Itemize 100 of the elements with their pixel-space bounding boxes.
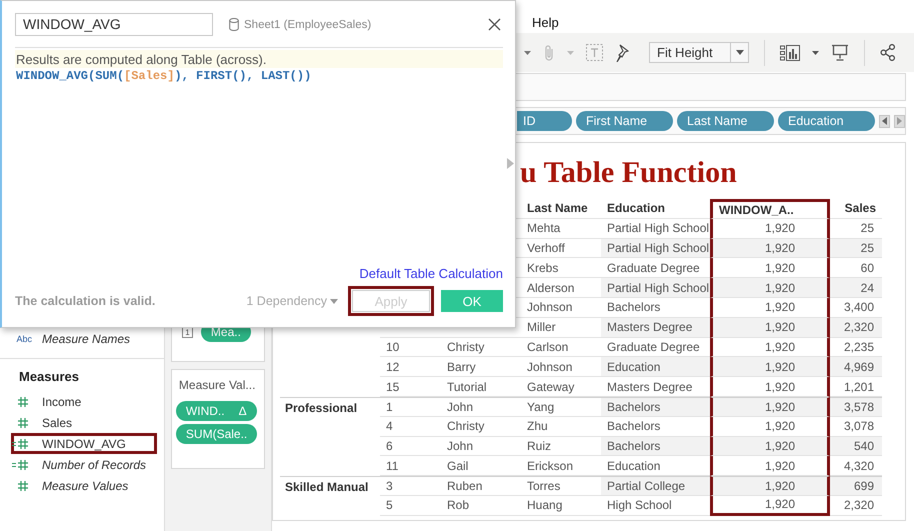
table-cell: Christy (447, 340, 484, 354)
table-cell: Alderson (527, 280, 574, 295)
table-cell: Krebs (527, 260, 558, 275)
table-cell: Carlson (527, 340, 568, 354)
caret-icon[interactable] (812, 50, 819, 54)
table-cell: 1 (386, 400, 393, 414)
fit-dropdown[interactable]: Fit Height (649, 42, 749, 63)
table-cell: 1,920 (764, 300, 795, 314)
share-icon[interactable] (880, 44, 896, 61)
measure-pill[interactable]: WIND.. Δ (176, 401, 257, 421)
menu-item[interactable]: Help (532, 15, 559, 30)
field-item[interactable]: WINDOW_AVG (42, 436, 126, 450)
data-source-label: Sheet1 (EmployeeSales) (244, 18, 372, 30)
table-cell: 1,920 (764, 320, 795, 334)
table-cell: Johnson (527, 360, 572, 374)
table-cell: Bachelors (607, 438, 660, 453)
table-cell: 3,400 (844, 300, 874, 314)
table-cell: Gateway (527, 380, 574, 394)
table-cell: 3,078 (844, 419, 874, 434)
table-cell: 1,201 (844, 380, 874, 394)
paperclip-icon[interactable] (543, 44, 555, 62)
table-cell: Partial High School (607, 240, 710, 255)
table-cell: Johnson (527, 300, 572, 314)
table-cell: 1,920 (764, 458, 795, 473)
table-cell: Bachelors (607, 300, 660, 314)
table-cell: Partial High School (607, 280, 710, 295)
table-cell: 15 (386, 380, 400, 394)
close-icon[interactable] (488, 18, 501, 31)
dimension-pill[interactable]: Last Name (677, 111, 774, 131)
table-cell: 1,920 (764, 479, 795, 494)
scroll-left-button[interactable] (879, 114, 890, 128)
table-cell: 4 (386, 419, 393, 434)
table-cell: Masters Degree (607, 380, 692, 394)
dimension-pill[interactable]: Education (778, 111, 875, 131)
table-cell: 11 (386, 458, 398, 473)
table-cell: Rob (447, 498, 470, 512)
table-cell: 2,235 (844, 340, 874, 354)
scroll-right-button[interactable] (894, 114, 905, 128)
table-cell: 1,920 (764, 221, 795, 236)
table-cell: Torres (527, 479, 560, 494)
column-header: Last Name (527, 201, 588, 216)
database-icon (229, 18, 239, 31)
table-cell: Bachelors (607, 400, 660, 414)
pin-icon[interactable] (615, 44, 629, 62)
table-cell: Barry (447, 360, 476, 374)
column-header: WINDOW_A.. (719, 202, 794, 217)
column-header: Education (607, 201, 666, 216)
table-cell: 1,920 (764, 438, 795, 453)
view-title: u Table Function (520, 155, 737, 191)
table-cell: Partial College (607, 479, 686, 494)
column-header: Sales (844, 201, 876, 216)
table-cell: Zhu (527, 419, 548, 434)
table-cell: 10 (386, 340, 400, 354)
field-item[interactable]: Measure Names (42, 332, 130, 346)
presentation-icon[interactable] (831, 44, 849, 61)
table-cell: Gail (447, 458, 468, 473)
chart-icon[interactable] (780, 44, 800, 60)
field-item[interactable]: Sales (42, 416, 72, 430)
field-item[interactable]: Income (42, 394, 82, 408)
table-cell: Christy (447, 419, 484, 434)
table-cell: Ruiz (527, 438, 552, 453)
table-cell: Partial High School (607, 221, 710, 236)
field-item[interactable]: Number of Records (42, 458, 146, 472)
table-cell: 1,920 (764, 360, 795, 374)
field-item[interactable]: Measure Values (42, 478, 128, 492)
card-title: Measure Val... (178, 378, 256, 392)
table-cell: John (447, 438, 474, 453)
table-cell: 1,920 (764, 400, 795, 414)
table-cell: High School (607, 498, 672, 512)
table-cell: Yang (527, 400, 554, 414)
name-field[interactable]: WINDOW_AVG (15, 13, 213, 36)
measure-pill[interactable]: SUM(Sale.. (176, 424, 258, 444)
table-cell: Masters Degree (607, 320, 692, 334)
table-cell: 5 (386, 498, 393, 512)
table-cell: 1,920 (764, 497, 795, 512)
table-cell: Mehta (527, 221, 560, 236)
status-text: The calculation is valid. (15, 294, 156, 308)
dimension-pill[interactable]: ID (517, 111, 572, 131)
caret-icon[interactable] (524, 50, 531, 54)
table-cell: Education (607, 458, 660, 473)
table-cell: 1,920 (764, 240, 795, 255)
table-cell: Erickson (527, 458, 574, 473)
table-cell: Education (607, 360, 660, 374)
table-cell: Verhoff (527, 240, 565, 255)
table-cell: 2,320 (844, 498, 874, 512)
caret-icon[interactable] (736, 50, 744, 55)
dimension-pill[interactable]: First Name (576, 111, 673, 131)
table-cell: Bachelors (607, 419, 660, 434)
table-cell: Tutorial (447, 380, 487, 394)
table-cell: 3 (386, 479, 393, 494)
table-cell: 60 (860, 260, 874, 275)
table-cell: 24 (860, 280, 874, 295)
left-arrow-icon[interactable] (882, 117, 887, 125)
table-cell: 1,920 (764, 380, 795, 394)
table-cell: 1,920 (764, 419, 795, 434)
table-cell: 12 (386, 360, 400, 374)
formula-editor[interactable]: WINDOW_AVG(SUM([Sales]), FIRST(), LAST()) (15, 69, 503, 83)
default-table-calculation-link[interactable]: Default Table Calculation (359, 266, 503, 281)
type-label: Abc (15, 334, 32, 344)
table-cell: 3,578 (844, 400, 874, 414)
